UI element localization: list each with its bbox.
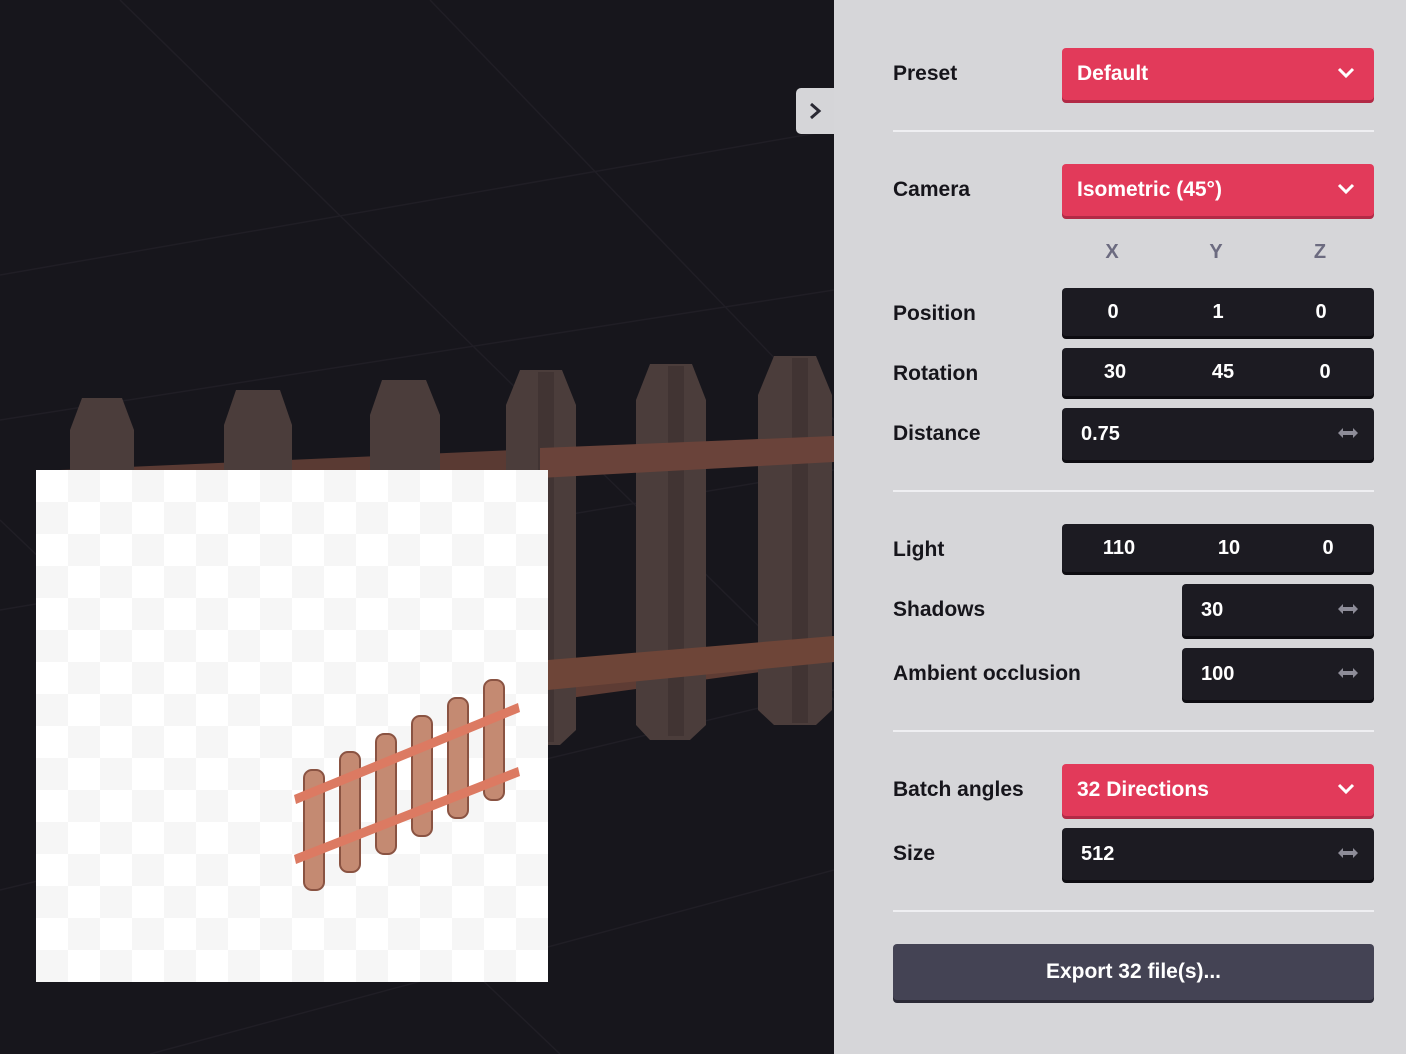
axis-y-label: Y bbox=[1209, 241, 1223, 263]
light-x-input[interactable]: 110 bbox=[1062, 524, 1176, 572]
axis-z-label: Z bbox=[1313, 241, 1327, 263]
batch-angles-label: Batch angles bbox=[893, 778, 1024, 801]
rotation-x-input[interactable]: 30 bbox=[1062, 348, 1168, 396]
export-button[interactable]: Export 32 file(s)... bbox=[893, 944, 1374, 1000]
chevron-down-icon bbox=[1337, 783, 1355, 795]
panel-toggle-button[interactable] bbox=[796, 88, 834, 134]
camera-select[interactable]: Isometric (45°) bbox=[1062, 164, 1374, 216]
camera-value: Isometric (45°) bbox=[1077, 178, 1222, 201]
light-z-input[interactable]: 0 bbox=[1282, 524, 1374, 572]
chevron-down-icon bbox=[1337, 67, 1355, 79]
horizontal-arrows-icon[interactable] bbox=[1336, 425, 1360, 441]
rotation-label: Rotation bbox=[893, 362, 979, 385]
ambient-occlusion-input[interactable]: 100 bbox=[1201, 648, 1234, 700]
position-y-input[interactable]: 1 bbox=[1166, 288, 1270, 336]
size-field: 512 bbox=[1062, 828, 1374, 880]
distance-label: Distance bbox=[893, 422, 981, 445]
position-label: Position bbox=[893, 302, 976, 325]
position-x-input[interactable]: 0 bbox=[1062, 288, 1164, 336]
rotation-z-input[interactable]: 0 bbox=[1276, 348, 1374, 396]
distance-field: 0.75 bbox=[1062, 408, 1374, 460]
light-y-input[interactable]: 10 bbox=[1176, 524, 1282, 572]
batch-angles-value: 32 Directions bbox=[1077, 778, 1209, 801]
ambient-occlusion-label: Ambient occlusion bbox=[893, 662, 1081, 685]
divider bbox=[893, 490, 1374, 492]
camera-label: Camera bbox=[893, 178, 971, 201]
divider bbox=[893, 130, 1374, 132]
light-field: 110 10 0 bbox=[1062, 524, 1374, 572]
divider bbox=[893, 910, 1374, 912]
batch-angles-select[interactable]: 32 Directions bbox=[1062, 764, 1374, 816]
axis-x-label: X bbox=[1105, 241, 1119, 263]
rotation-y-input[interactable]: 45 bbox=[1170, 348, 1276, 396]
position-z-input[interactable]: 0 bbox=[1270, 288, 1372, 336]
size-input[interactable]: 512 bbox=[1081, 828, 1114, 880]
light-label: Light bbox=[893, 538, 945, 561]
shadows-input[interactable]: 30 bbox=[1201, 584, 1223, 636]
chevron-right-icon bbox=[810, 102, 822, 120]
shadows-label: Shadows bbox=[893, 598, 986, 621]
ambient-occlusion-field: 100 bbox=[1182, 648, 1374, 700]
horizontal-arrows-icon[interactable] bbox=[1336, 845, 1360, 861]
preset-value: Default bbox=[1077, 62, 1149, 85]
horizontal-arrows-icon[interactable] bbox=[1336, 601, 1360, 617]
preset-select[interactable]: Default bbox=[1062, 48, 1374, 100]
preset-label: Preset bbox=[893, 62, 958, 85]
settings-panel: Preset Default Camera Isometric (45°) X … bbox=[834, 0, 1406, 1054]
rotation-field: 30 45 0 bbox=[1062, 348, 1374, 396]
divider bbox=[893, 730, 1374, 732]
chevron-down-icon bbox=[1337, 183, 1355, 195]
shadows-field: 30 bbox=[1182, 584, 1374, 636]
render-preview bbox=[36, 470, 548, 982]
distance-input[interactable]: 0.75 bbox=[1081, 408, 1120, 460]
horizontal-arrows-icon[interactable] bbox=[1336, 665, 1360, 681]
size-label: Size bbox=[893, 842, 936, 865]
fence-sprite-image bbox=[294, 679, 520, 891]
position-field: 0 1 0 bbox=[1062, 288, 1374, 336]
